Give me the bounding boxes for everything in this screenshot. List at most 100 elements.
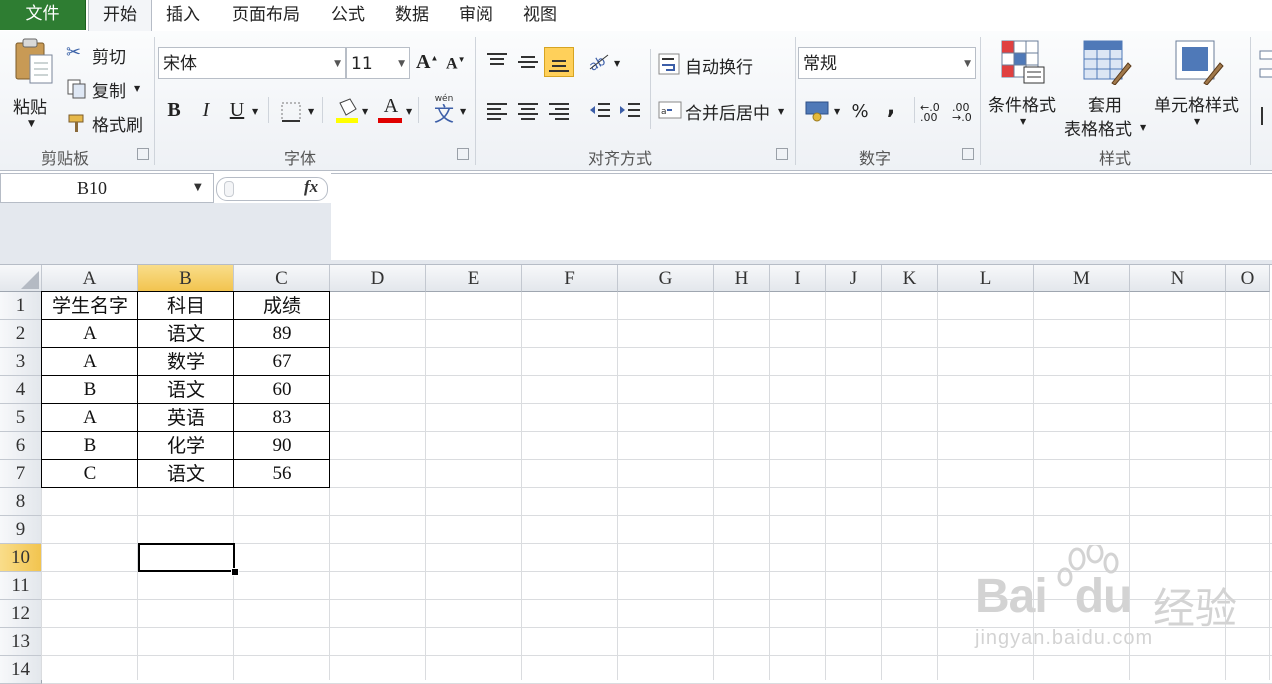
row-header-4[interactable]: 4 [0, 376, 42, 404]
table-cell[interactable]: 语文 [138, 376, 234, 404]
font-color-button[interactable]: A [378, 95, 404, 125]
paste-button[interactable]: 粘贴 ▼ [8, 35, 58, 135]
alignment-launcher-icon[interactable] [776, 148, 788, 160]
row-header-3[interactable]: 3 [0, 348, 42, 376]
shrink-font-icon[interactable]: A▼ [446, 55, 465, 73]
row-header-1[interactable]: 1 [0, 292, 42, 320]
column-header-e[interactable]: E [426, 265, 522, 292]
align-top-icon[interactable] [485, 51, 509, 71]
table-cell[interactable]: 语文 [138, 320, 234, 348]
grow-font-icon[interactable]: A▲ [416, 51, 438, 74]
tab-data[interactable]: 数据 [382, 0, 442, 30]
table-cell[interactable]: 英语 [138, 404, 234, 432]
font-name-combo[interactable]: 宋体 ▼ [158, 47, 346, 79]
grip-handle-icon[interactable] [224, 181, 234, 197]
row-header-5[interactable]: 5 [0, 404, 42, 432]
name-box[interactable]: B10 ▼ [0, 173, 214, 203]
tab-page-layout[interactable]: 页面布局 [220, 0, 312, 30]
phonetic-guide-button[interactable]: wén 文 [430, 94, 458, 126]
row-header-10[interactable]: 10 [0, 544, 42, 572]
font-size-combo[interactable]: 11 ▼ [346, 47, 410, 79]
table-cell[interactable]: A [42, 404, 138, 432]
active-cell-selection[interactable] [138, 543, 235, 572]
orientation-dropdown-arrow[interactable]: ▼ [614, 59, 620, 68]
column-header-c[interactable]: C [234, 265, 330, 292]
number-launcher-icon[interactable] [962, 148, 974, 160]
orientation-icon[interactable]: ab [586, 49, 612, 73]
header-cell[interactable]: 成绩 [234, 292, 330, 320]
currency-dropdown-arrow[interactable]: ▼ [834, 107, 840, 116]
column-header-b[interactable]: B [138, 265, 234, 292]
chevron-down-icon[interactable]: ▼ [194, 182, 202, 193]
comma-style-button[interactable]: , [880, 97, 902, 119]
column-header-f[interactable]: F [522, 265, 618, 292]
phonetic-dropdown-arrow[interactable]: ▼ [460, 107, 466, 116]
font-launcher-icon[interactable] [457, 148, 469, 160]
row-header-6[interactable]: 6 [0, 432, 42, 460]
format-as-table-button[interactable]: 套用 表格格式 ▼ [1062, 35, 1152, 140]
fill-color-dropdown-arrow[interactable]: ▼ [362, 107, 368, 116]
underline-button[interactable]: U [226, 99, 248, 121]
column-header-m[interactable]: M [1034, 265, 1130, 292]
column-header-g[interactable]: G [618, 265, 714, 292]
clipboard-launcher-icon[interactable] [137, 148, 149, 160]
header-cell[interactable]: 科目 [138, 292, 234, 320]
tab-view[interactable]: 视图 [510, 0, 570, 30]
table-cell[interactable]: A [42, 348, 138, 376]
increase-indent-icon[interactable] [618, 101, 642, 121]
percent-button[interactable]: % [849, 101, 871, 123]
currency-icon[interactable] [804, 99, 832, 123]
row-header-8[interactable]: 8 [0, 488, 42, 516]
table-cell[interactable]: 56 [234, 460, 330, 488]
tab-home[interactable]: 开始 [88, 0, 152, 32]
insert-cells-icon[interactable] [1258, 45, 1272, 135]
table-cell[interactable]: C [42, 460, 138, 488]
column-header-d[interactable]: D [330, 265, 426, 292]
row-header-7[interactable]: 7 [0, 460, 42, 488]
column-header-o[interactable]: O [1226, 265, 1270, 292]
tab-review[interactable]: 审阅 [446, 0, 506, 30]
table-cell[interactable]: 83 [234, 404, 330, 432]
formula-input[interactable] [331, 173, 1272, 261]
table-cell[interactable]: 语文 [138, 460, 234, 488]
table-cell[interactable]: 数学 [138, 348, 234, 376]
table-cell[interactable]: A [42, 320, 138, 348]
font-color-dropdown-arrow[interactable]: ▼ [406, 107, 412, 116]
increase-decimal-icon[interactable]: ←.0.00 [920, 102, 940, 123]
align-right-icon[interactable] [547, 101, 571, 121]
italic-button[interactable]: I [195, 99, 217, 121]
column-header-l[interactable]: L [938, 265, 1034, 292]
merge-dropdown-arrow[interactable]: ▼ [778, 107, 784, 116]
cell-styles-dropdown-arrow[interactable]: ▼ [1194, 117, 1200, 126]
merge-center-button[interactable]: a 合并后居中 ▼ [658, 97, 788, 124]
header-cell[interactable]: 学生名字 [42, 292, 138, 320]
fill-handle[interactable] [231, 568, 239, 576]
column-header-h[interactable]: H [714, 265, 770, 292]
format-as-table-dropdown-arrow[interactable]: ▼ [1140, 123, 1146, 132]
table-cell[interactable]: 化学 [138, 432, 234, 460]
align-bottom-button[interactable] [544, 47, 574, 77]
bold-button[interactable]: B [163, 99, 185, 121]
align-middle-icon[interactable] [516, 51, 540, 71]
copy-dropdown-arrow[interactable]: ▼ [134, 84, 140, 93]
row-header-12[interactable]: 12 [0, 600, 42, 628]
copy-button[interactable]: 复制 ▼ [66, 76, 146, 102]
table-cell[interactable]: 67 [234, 348, 330, 376]
select-all-corner[interactable] [0, 265, 42, 292]
decrease-indent-icon[interactable] [588, 101, 612, 121]
tab-file[interactable]: 文件 [0, 0, 86, 30]
fx-icon[interactable]: fx [304, 177, 318, 197]
border-icon[interactable] [280, 101, 302, 123]
table-cell[interactable]: 60 [234, 376, 330, 404]
column-header-i[interactable]: I [770, 265, 826, 292]
number-format-combo[interactable]: 常规 ▼ [798, 47, 976, 79]
column-header-k[interactable]: K [882, 265, 938, 292]
column-header-n[interactable]: N [1130, 265, 1226, 292]
row-header-2[interactable]: 2 [0, 320, 42, 348]
table-cell[interactable]: 90 [234, 432, 330, 460]
cell-styles-button[interactable]: 单元格样式 ▼ [1152, 35, 1248, 139]
conditional-formatting-dropdown-arrow[interactable]: ▼ [1020, 117, 1026, 126]
row-header-9[interactable]: 9 [0, 516, 42, 544]
table-cell[interactable]: B [42, 376, 138, 404]
row-header-11[interactable]: 11 [0, 572, 42, 600]
